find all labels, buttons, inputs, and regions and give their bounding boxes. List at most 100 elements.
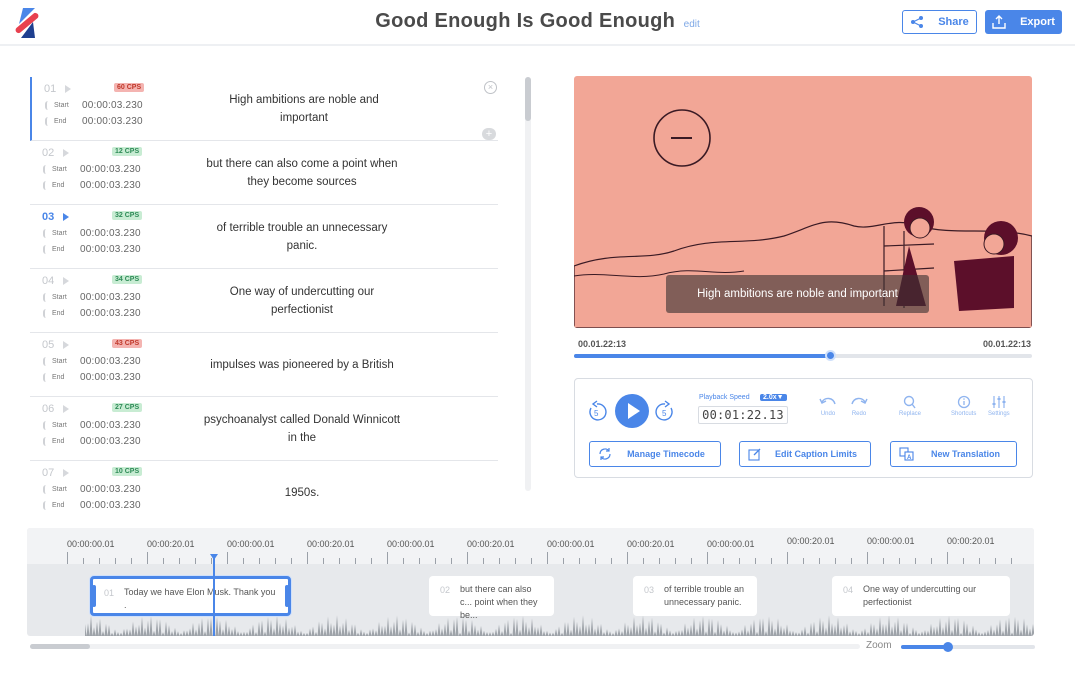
ruler-tick [307, 552, 308, 564]
add-row-icon[interactable]: + [482, 128, 496, 140]
shortcuts-button[interactable]: Shortcuts [951, 395, 976, 417]
timeline-playhead[interactable] [213, 554, 215, 636]
end-time-field[interactable]: 00:00:03.230 [80, 180, 141, 191]
zoom-slider-knob[interactable] [942, 642, 953, 652]
ruler-label: 00:00:00.01 [67, 539, 115, 549]
progress-knob[interactable] [825, 350, 837, 361]
start-time-field[interactable]: 00:00:03.230 [80, 420, 141, 431]
timeline-clip-01[interactable]: 01 Today we have Elon Musk. Thank you . [90, 576, 291, 616]
settings-button[interactable]: Settings [988, 395, 1010, 417]
cps-badge: 32 CPS [112, 211, 143, 220]
share-label: Share [938, 16, 969, 28]
playback-speed-select[interactable]: 2.0x▼ [760, 394, 787, 401]
subtitle-text[interactable]: One way of undercutting our perfectionis… [202, 269, 402, 333]
timeline-ruler[interactable]: 00:00:00.01 00:00:20.01 00:00:00.01 00:00:2… [27, 528, 1034, 564]
timeline-clip-02[interactable]: 02 but there can also c... point when th… [429, 576, 554, 620]
play-row-icon[interactable] [65, 85, 71, 93]
video-player[interactable]: High ambitions are noble and important [574, 76, 1032, 328]
ruler-label: 00:00:20.01 [627, 539, 675, 549]
new-translation-button[interactable]: A New Translation [890, 441, 1017, 467]
edit-title-link[interactable]: edit [684, 19, 700, 30]
play-row-icon[interactable] [63, 469, 69, 477]
subtitle-text[interactable]: psychoanalyst called Donald Winnicott in… [202, 397, 402, 461]
subtitle-row[interactable]: 03 32 CPS Start 00:00:03.230 End 00:00:03.230… [30, 205, 498, 269]
delete-row-icon[interactable]: × [484, 81, 497, 94]
subtitle-number: 06 [42, 403, 55, 415]
ruler-tick [451, 558, 452, 564]
ruler-tick [931, 558, 932, 564]
play-row-icon[interactable] [63, 213, 69, 221]
start-marker-icon [45, 101, 49, 110]
scrollbar-thumb[interactable] [525, 77, 531, 121]
timeline[interactable]: 00:00:00.01 00:00:20.01 00:00:00.01 00:00:2… [27, 528, 1034, 636]
end-time-field[interactable]: 00:00:03.230 [80, 372, 141, 383]
play-row-icon[interactable] [63, 149, 69, 157]
ruler-tick [99, 558, 100, 564]
play-row-icon[interactable] [63, 341, 69, 349]
play-button[interactable] [615, 394, 649, 428]
start-time-field[interactable]: 00:00:03.230 [80, 164, 141, 175]
subtitle-text[interactable]: High ambitions are noble and important [204, 77, 404, 141]
subtitle-row[interactable]: 01 60 CPS Start 00:00:03.230 End 00:00:03.230… [30, 77, 498, 141]
timeline-scroll-track[interactable] [30, 644, 860, 649]
subtitle-list-scrollbar[interactable] [525, 77, 531, 491]
end-marker-icon [43, 373, 47, 382]
subtitle-row[interactable]: 02 12 CPS Start 00:00:03.230 End 00:00:03.230… [30, 141, 498, 205]
clip-text: of terrible trouble an unnecessary panic… [664, 584, 745, 607]
edit-caption-limits-button[interactable]: Edit Caption Limits [739, 441, 871, 467]
subtitle-text[interactable]: but there can also come a point when the… [202, 141, 402, 205]
start-time-field[interactable]: 00:00:03.230 [80, 356, 141, 367]
end-marker-icon [43, 501, 47, 510]
clip-start-handle[interactable] [92, 585, 96, 607]
end-time-field[interactable]: 00:00:03.230 [80, 436, 141, 447]
manage-timecode-button[interactable]: Manage Timecode [589, 441, 721, 467]
start-time-field[interactable]: 00:00:03.230 [80, 292, 141, 303]
playhead-marker[interactable] [210, 554, 218, 560]
zoom-slider[interactable] [901, 642, 1035, 652]
ruler-tick [291, 558, 292, 564]
ruler-tick [227, 552, 228, 564]
ruler-tick [611, 558, 612, 564]
export-button[interactable]: Export [985, 10, 1062, 34]
shortcuts-label: Shortcuts [951, 411, 977, 417]
subtitle-text[interactable]: impulses was pioneered by a British [202, 333, 402, 397]
forward-5-icon[interactable]: 5 [655, 400, 675, 422]
subtitle-row[interactable]: 06 27 CPS Start 00:00:03.230 End 00:00:03.230… [30, 397, 498, 461]
end-time-field[interactable]: 00:00:03.230 [80, 308, 141, 319]
clip-end-handle[interactable] [285, 585, 289, 607]
end-time-field[interactable]: 00:00:03.230 [80, 244, 141, 255]
play-row-icon[interactable] [63, 277, 69, 285]
subtitle-row[interactable]: 05 43 CPS Start 00:00:03.230 End 00:00:03.230… [30, 333, 498, 397]
subtitle-text[interactable]: 1950s. [202, 461, 402, 512]
edit-caption-limits-label: Edit Caption Limits [775, 449, 857, 459]
subtitle-text[interactable]: of terrible trouble an unnecessary panic… [202, 205, 402, 269]
clip-number: 03 [644, 585, 655, 595]
current-time-field[interactable]: 00:01:22.13 [698, 406, 788, 424]
subtitle-row[interactable]: 04 34 CPS Start 00:00:03.230 End 00:00:03.230… [30, 269, 498, 333]
start-label: Start [52, 486, 67, 493]
timeline-clip-04[interactable]: 04 One way of undercutting our perfectio… [832, 576, 1010, 616]
end-time-field[interactable]: 00:00:03.230 [82, 116, 143, 127]
timeline-scroll-thumb[interactable] [30, 644, 90, 649]
start-time-field[interactable]: 00:00:03.230 [82, 100, 143, 111]
undo-button[interactable]: Undo [819, 395, 837, 417]
replace-button[interactable]: Replace [899, 395, 921, 417]
project-title: Good Enough Is Good Enough [375, 10, 676, 32]
timeline-clip-03[interactable]: 03 of terrible trouble an unnecessary pa… [633, 576, 757, 616]
ruler-tick [723, 558, 724, 564]
play-row-icon[interactable] [63, 405, 69, 413]
rewind-5-icon[interactable]: 5 [587, 400, 607, 422]
video-progress-bar[interactable] [574, 350, 1032, 361]
waveform-path [85, 615, 1034, 636]
subtitle-list[interactable]: 01 60 CPS Start 00:00:03.230 End 00:00:03.230… [30, 77, 498, 512]
ruler-tick [771, 558, 772, 564]
clip-text: Today we have Elon Musk. Thank you . [124, 587, 276, 610]
subtitle-row[interactable]: 07 10 CPS Start 00:00:03.230 End 00:00:03.230… [30, 461, 498, 512]
start-time-field[interactable]: 00:00:03.230 [80, 484, 141, 495]
ruler-label: 00:00:00.01 [867, 536, 915, 546]
redo-button[interactable]: Redo [850, 395, 868, 417]
start-time-field[interactable]: 00:00:03.230 [80, 228, 141, 239]
share-button[interactable]: Share [902, 10, 977, 34]
svg-text:A: A [907, 455, 912, 461]
end-time-field[interactable]: 00:00:03.230 [80, 500, 141, 511]
